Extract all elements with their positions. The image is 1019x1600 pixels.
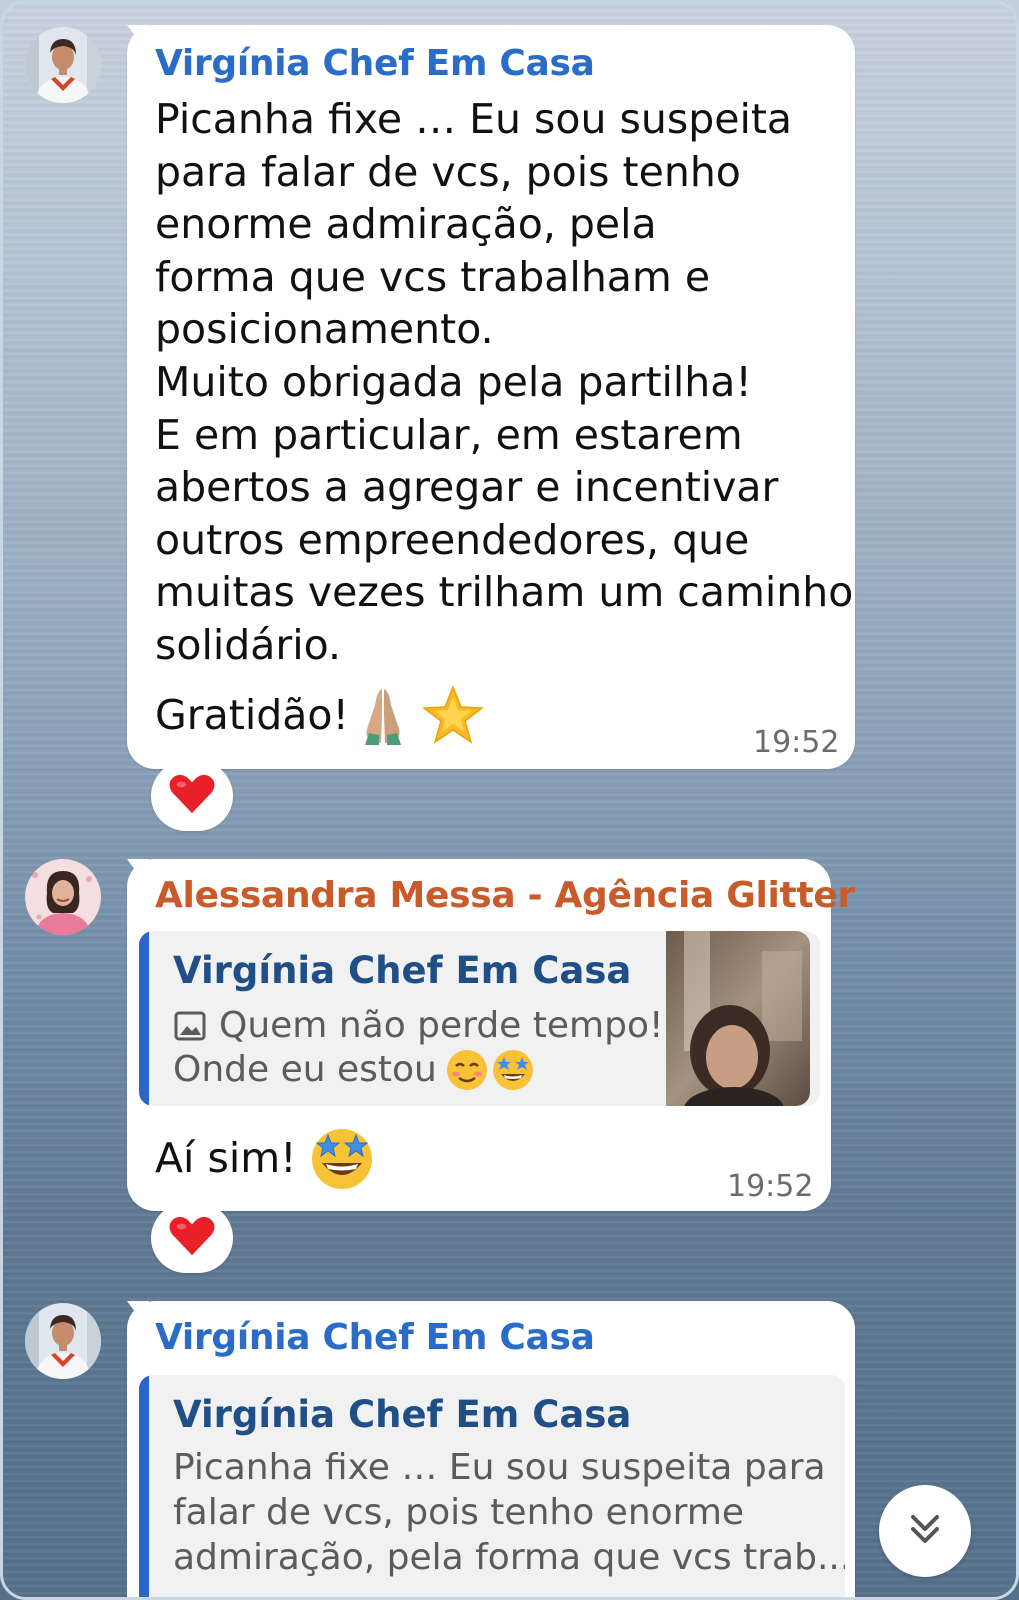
reply-text-line: Onde eu estou	[173, 1049, 437, 1090]
reply-sender-name: Virgínia Chef Em Casa	[173, 949, 632, 992]
star-struck-icon	[309, 1125, 375, 1191]
bubble-tail	[127, 1301, 149, 1331]
reaction-badge[interactable]	[151, 761, 233, 831]
double-chevron-down-icon	[905, 1509, 945, 1553]
message-text: Aí sim!	[155, 1134, 297, 1182]
sender-name[interactable]: Alessandra Messa - Agência Glitter	[155, 875, 855, 916]
bubble-tail	[127, 25, 149, 55]
image-icon	[173, 1009, 207, 1043]
message-bubble[interactable]: Virgínia Chef Em Casa Picanha fixe … Eu …	[127, 25, 855, 769]
reply-text-line: admiração, pela forma que vcs trab...	[173, 1537, 845, 1578]
star-icon	[421, 683, 485, 747]
closing-text: Gratidão!	[155, 691, 349, 739]
reply-preview[interactable]: Virgínia Chef Em Casa Picanha fixe … Eu …	[139, 1375, 845, 1597]
heart-icon	[168, 1215, 216, 1261]
chat-background: Virgínia Chef Em Casa Picanha fixe … Eu …	[0, 0, 1019, 1600]
reply-text-line: Picanha fixe … Eu sou suspeita para	[173, 1447, 826, 1488]
photo-thumbnail[interactable]	[666, 931, 810, 1106]
reply-text-line: falar de vcs, pois tenho enorme	[173, 1492, 745, 1533]
smiling-face-icon	[445, 1048, 489, 1092]
scroll-to-bottom-button[interactable]	[879, 1485, 971, 1577]
reply-text-line: Quem não perde tempo!?	[219, 1005, 683, 1046]
bubble-tail	[127, 859, 149, 889]
reaction-badge[interactable]	[151, 1203, 233, 1273]
sender-name[interactable]: Virgínia Chef Em Casa	[155, 43, 595, 84]
woman-avatar-icon[interactable]	[25, 859, 101, 935]
sender-name[interactable]: Virgínia Chef Em Casa	[155, 1317, 595, 1358]
reply-preview[interactable]: Virgínia Chef Em Casa Quem não perde tem…	[139, 931, 820, 1106]
message-closing-line: Gratidão!	[155, 683, 485, 747]
reply-line-1: Quem não perde tempo!?	[173, 1003, 683, 1048]
heart-icon	[168, 773, 216, 819]
message-bubble[interactable]: Virgínia Chef Em Casa Virgínia Chef Em C…	[127, 1301, 855, 1597]
reply-accent-bar	[139, 931, 149, 1106]
folded-hands-icon	[355, 685, 411, 745]
star-struck-icon	[491, 1048, 535, 1092]
chef-avatar-icon[interactable]	[25, 27, 101, 103]
message-bubble[interactable]: Alessandra Messa - Agência Glitter Virgí…	[127, 859, 855, 1211]
message-text: Picanha fixe … Eu sou suspeita para fala…	[155, 95, 854, 669]
reply-line-2: Onde eu estou	[173, 1047, 535, 1092]
chef-avatar-icon[interactable]	[25, 1303, 101, 1379]
message-body: Aí sim!	[155, 1125, 375, 1191]
message-time: 19:52	[753, 725, 840, 760]
reply-accent-bar	[139, 1375, 149, 1597]
message-time: 19:52	[727, 1169, 814, 1204]
reply-sender-name: Virgínia Chef Em Casa	[173, 1393, 632, 1436]
